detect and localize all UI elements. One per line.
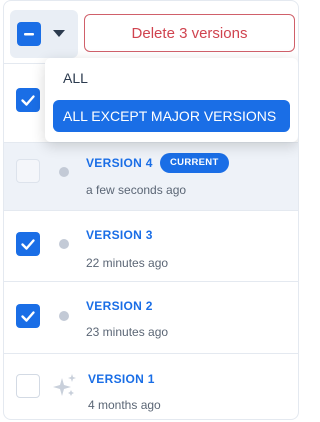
- version-label: VERSION 2: [86, 299, 153, 313]
- version-time: 4 months ago: [88, 398, 161, 412]
- chevron-down-icon[interactable]: [53, 30, 65, 37]
- row-checkbox[interactable]: [16, 304, 40, 328]
- versions-toolbar: Delete 3 versions: [4, 1, 298, 64]
- delete-versions-button[interactable]: Delete 3 versions: [84, 14, 295, 52]
- version-label: VERSION 1: [88, 372, 155, 386]
- row-checkbox[interactable]: [16, 232, 40, 256]
- version-row-3[interactable]: VERSION 3 22 minutes ago: [4, 211, 298, 282]
- version-time: a few seconds ago: [86, 183, 187, 197]
- version-time: 23 minutes ago: [86, 325, 169, 339]
- row-checkbox[interactable]: [16, 88, 40, 112]
- select-options-dropdown: ALL ALL EXCEPT MAJOR VERSIONS: [45, 58, 298, 142]
- version-row-4[interactable]: VERSION 4 CURRENT a few seconds ago: [4, 143, 298, 211]
- version-label: VERSION 3: [86, 228, 153, 242]
- minus-icon: [24, 33, 34, 36]
- dropdown-item-all[interactable]: ALL: [53, 62, 290, 94]
- versions-panel: Delete 3 versions VERSION 4 CURRENT a fe…: [3, 0, 299, 420]
- check-icon: [21, 311, 35, 322]
- select-all-checkbox[interactable]: [17, 22, 41, 46]
- select-all-split-button[interactable]: [10, 10, 78, 58]
- dot-icon: [59, 239, 69, 249]
- version-row-2[interactable]: VERSION 2 23 minutes ago: [4, 282, 298, 354]
- check-icon: [21, 239, 35, 250]
- version-time: 22 minutes ago: [86, 256, 169, 270]
- dot-icon: [59, 311, 69, 321]
- check-icon: [21, 95, 35, 106]
- version-row-1[interactable]: VERSION 1 4 months ago: [4, 354, 298, 419]
- row-checkbox[interactable]: [16, 374, 40, 398]
- version-label: VERSION 4: [86, 156, 153, 170]
- current-badge: CURRENT: [160, 153, 229, 173]
- dot-icon: [59, 167, 69, 177]
- row-checkbox[interactable]: [16, 159, 40, 183]
- dropdown-item-all-except-major[interactable]: ALL EXCEPT MAJOR VERSIONS: [53, 100, 290, 132]
- sparkle-icon: [53, 374, 76, 396]
